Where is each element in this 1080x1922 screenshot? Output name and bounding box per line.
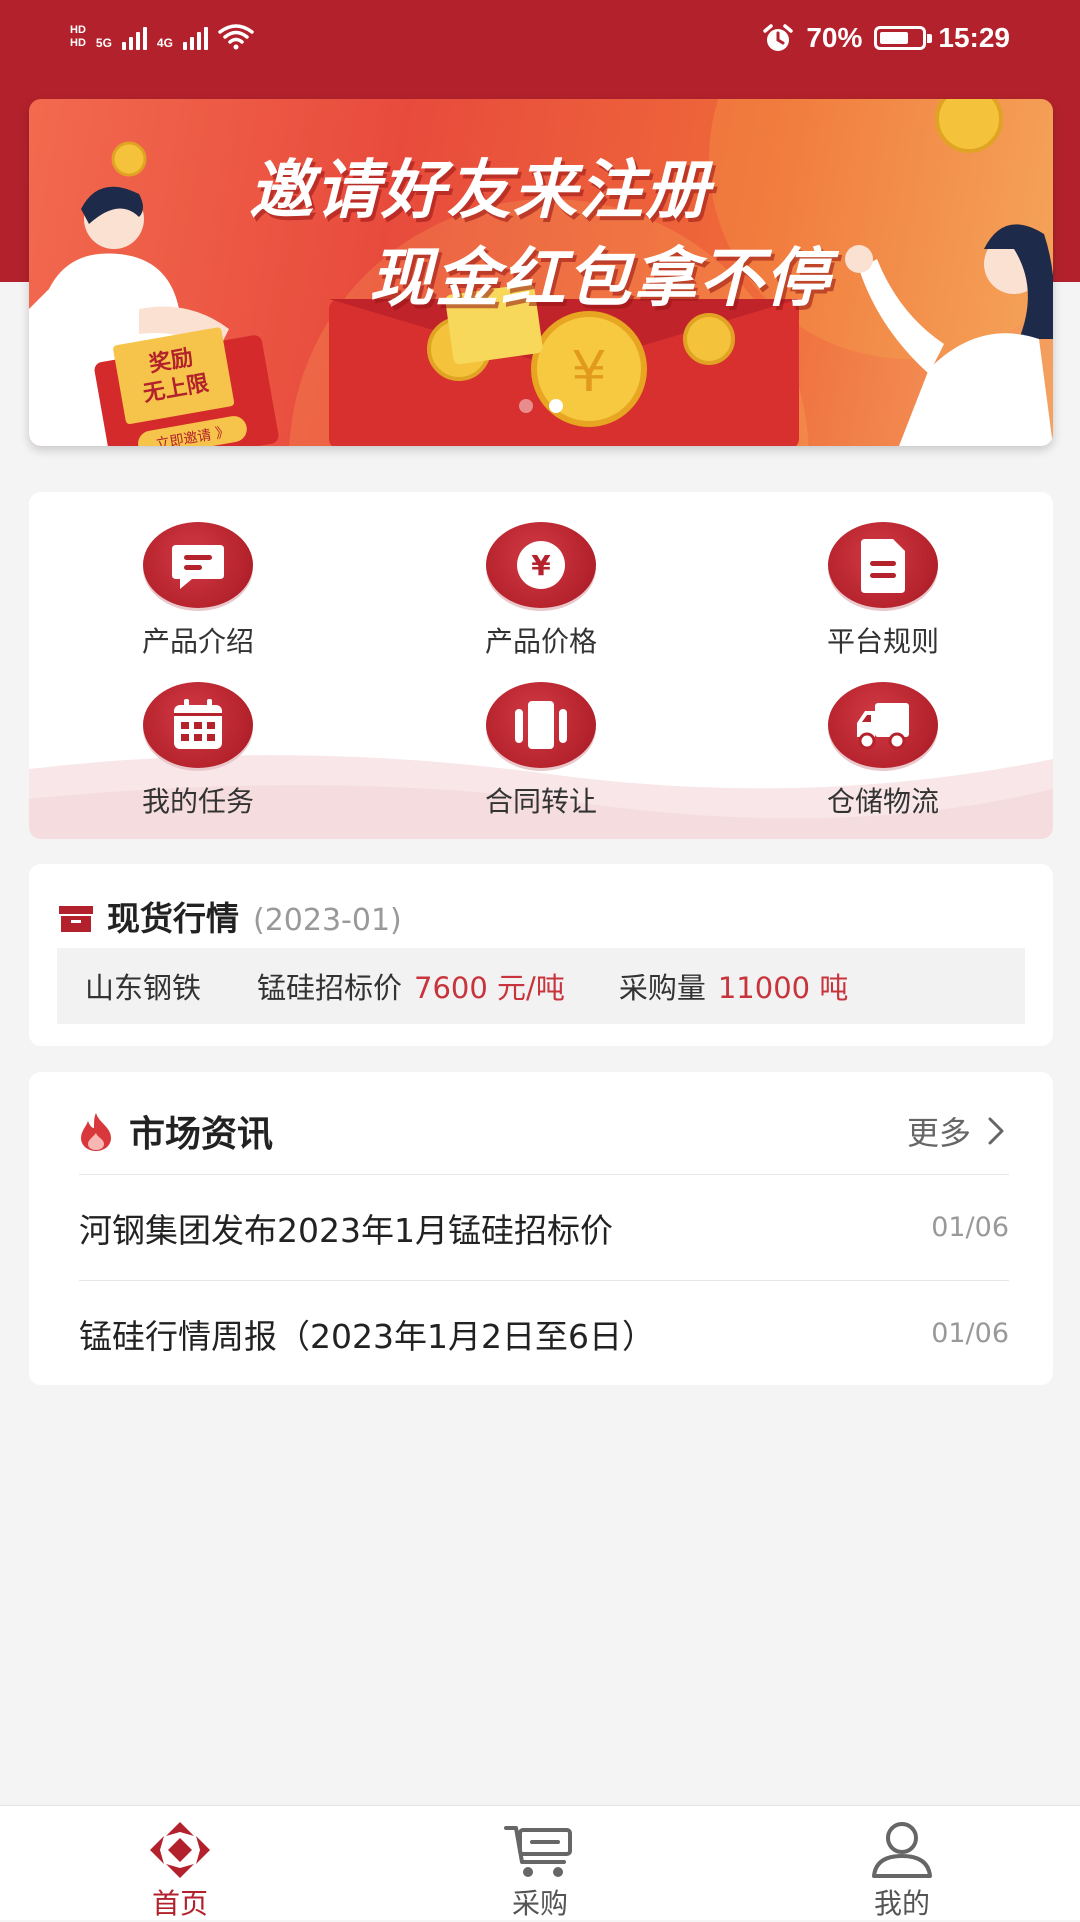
- home-logo-icon: [150, 1822, 210, 1878]
- news-more-link[interactable]: 更多: [907, 1096, 1005, 1166]
- menu-label: 产品价格: [484, 625, 597, 658]
- spot-market-title: 现货行情: [107, 899, 239, 938]
- nav-label: 我的: [873, 1887, 930, 1920]
- signal-group: HD HD 5G 4G: [70, 22, 254, 50]
- wifi-icon: [218, 24, 254, 50]
- menu-item-product-intro[interactable]: 产品介绍: [88, 522, 308, 660]
- fire-icon: [81, 1113, 111, 1151]
- menu-label: 我的任务: [141, 785, 254, 818]
- volume-label: 采购量: [618, 971, 706, 1005]
- nav-label: 首页: [151, 1887, 208, 1920]
- nav-tab-home[interactable]: 首页: [80, 1820, 280, 1922]
- signal-bars-icon: [182, 26, 208, 50]
- alarm-icon: [763, 24, 794, 51]
- battery-icon: [874, 26, 933, 50]
- feature-menu: 产品介绍 ¥ 产品价格 平台规则 我的任务 合同转让 仓储物流: [29, 492, 1053, 839]
- banner-dot[interactable]: [519, 399, 533, 413]
- chat-bubble-icon: [143, 522, 253, 608]
- transfer-cards-icon: [486, 682, 596, 768]
- hd-label: HD: [70, 24, 86, 36]
- market-news-card: 市场资讯 更多 河钢集团发布2023年1月锰硅招标价 01/06 锰硅行情周报（…: [29, 1072, 1053, 1385]
- nav-label: 采购: [511, 1887, 568, 1920]
- menu-item-product-price[interactable]: ¥ 产品价格: [431, 522, 651, 660]
- yen-coin-icon: ¥: [486, 522, 596, 608]
- spot-market-row[interactable]: 山东钢铁 锰硅招标价 7600 元/吨 采购量 11000 吨: [57, 948, 1025, 1024]
- menu-item-platform-rules[interactable]: 平台规则: [773, 522, 993, 660]
- more-label: 更多: [906, 1114, 971, 1152]
- spot-market-card[interactable]: 现货行情 (2023-01) 山东钢铁 锰硅招标价 7600 元/吨 采购量 1…: [29, 864, 1053, 1046]
- chevron-right-icon: [988, 1117, 1004, 1145]
- volume-value: 11000 吨: [717, 971, 849, 1005]
- menu-item-contract-transfer[interactable]: 合同转让: [431, 682, 651, 820]
- company-name: 山东钢铁: [85, 971, 202, 1005]
- price-value: 7600 元/吨: [414, 971, 565, 1005]
- hd-indicator: HD HD: [70, 24, 86, 50]
- user-icon: [872, 1822, 932, 1878]
- news-header: 市场资讯: [77, 1096, 273, 1166]
- news-item-title: 河钢集团发布2023年1月锰硅招标价: [79, 1210, 613, 1250]
- archive-box-icon: [59, 906, 93, 932]
- news-title: 市场资讯: [129, 1114, 274, 1155]
- battery-percent: 70%: [806, 22, 863, 53]
- calendar-icon: [143, 682, 253, 768]
- document-icon: [828, 522, 938, 608]
- status-right-group: 70% 15:29: [762, 22, 1010, 54]
- banner-title-line2: 现金红包拿不停: [369, 242, 831, 316]
- spot-market-date: (2023-01): [253, 903, 402, 938]
- news-list-item[interactable]: 河钢集团发布2023年1月锰硅招标价 01/06: [79, 1174, 1009, 1280]
- cart-icon: [504, 1826, 572, 1877]
- menu-label: 仓储物流: [826, 785, 939, 818]
- menu-item-warehouse-logistics[interactable]: 仓储物流: [773, 682, 993, 820]
- svg-text:¥: ¥: [571, 340, 607, 405]
- banner-dot-active[interactable]: [549, 399, 563, 413]
- banner-title-line1: 邀请好友来注册: [249, 154, 711, 228]
- spot-market-header: 现货行情 (2023-01): [59, 892, 402, 940]
- news-item-title: 锰硅行情周报（2023年1月2日至6日）: [79, 1316, 655, 1356]
- news-item-date: 01/06: [931, 1212, 1009, 1243]
- promo-banner[interactable]: ¥ 奖励 无上限 立即邀请 》 邀请好友来注册 现金红包拿不停: [29, 99, 1053, 446]
- status-bar: HD HD 5G 4G 70% 15:29: [0, 0, 1080, 84]
- network-4g-label: 4G: [156, 36, 173, 50]
- nav-tab-profile[interactable]: 我的: [802, 1820, 1002, 1922]
- clock: 15:29: [938, 22, 1010, 53]
- menu-item-my-tasks[interactable]: 我的任务: [88, 682, 308, 820]
- price-label: 锰硅招标价: [257, 971, 403, 1005]
- bottom-nav: 首页 采购 我的: [0, 1805, 1080, 1920]
- nav-tab-purchase[interactable]: 采购: [440, 1820, 640, 1922]
- truck-icon: [828, 682, 938, 768]
- menu-label: 平台规则: [826, 625, 939, 658]
- hd-label: HD: [70, 37, 86, 49]
- banner-pagination: [519, 399, 563, 413]
- network-5g-label: 5G: [95, 36, 112, 50]
- menu-label: 产品介绍: [141, 625, 254, 658]
- svg-text:¥: ¥: [531, 549, 551, 582]
- signal-bars-icon: [121, 26, 147, 50]
- news-list-item[interactable]: 锰硅行情周报（2023年1月2日至6日） 01/06: [79, 1280, 1009, 1386]
- menu-label: 合同转让: [484, 785, 597, 818]
- news-item-date: 01/06: [931, 1318, 1009, 1349]
